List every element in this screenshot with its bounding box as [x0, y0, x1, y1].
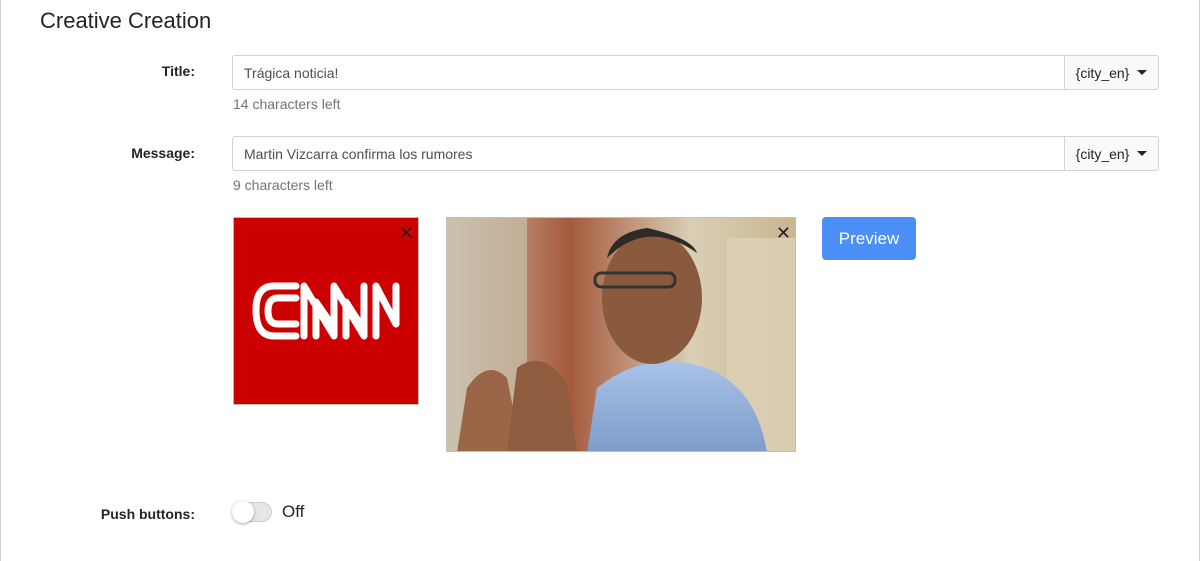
- title-label: Title:: [161, 63, 195, 79]
- message-label: Message:: [131, 145, 195, 161]
- toggle-knob: [232, 501, 254, 523]
- push-buttons-toggle[interactable]: [232, 501, 272, 523]
- icon-image: ✕: [233, 217, 419, 405]
- caret-down-icon: [1137, 70, 1148, 75]
- message-char-counter: 9 characters left: [233, 177, 333, 193]
- portrait-photo: [447, 218, 795, 451]
- remove-main-image-button[interactable]: ✕: [776, 224, 791, 242]
- caret-down-icon: [1137, 151, 1148, 156]
- cnn-logo: [234, 218, 418, 404]
- close-icon: ✕: [775, 223, 791, 243]
- preview-button[interactable]: Preview: [822, 217, 916, 260]
- message-macro-label: {city_en}: [1075, 145, 1130, 162]
- push-buttons-state: Off: [282, 502, 305, 521]
- push-buttons-label: Push buttons:: [100, 506, 195, 522]
- title-input-group: {city_en}: [232, 55, 1159, 90]
- page-title: Creative Creation: [40, 8, 212, 33]
- title-char-counter: 14 characters left: [233, 96, 341, 112]
- message-input-group: {city_en}: [232, 136, 1159, 171]
- title-input[interactable]: [232, 55, 1064, 90]
- title-macro-dropdown[interactable]: {city_en}: [1064, 55, 1159, 90]
- main-image: ✕: [446, 217, 796, 452]
- message-macro-dropdown[interactable]: {city_en}: [1064, 136, 1159, 171]
- title-macro-label: {city_en}: [1075, 64, 1130, 81]
- remove-icon-image-button[interactable]: ✕: [399, 224, 414, 242]
- close-icon: ✕: [398, 223, 414, 243]
- message-input[interactable]: [232, 136, 1064, 171]
